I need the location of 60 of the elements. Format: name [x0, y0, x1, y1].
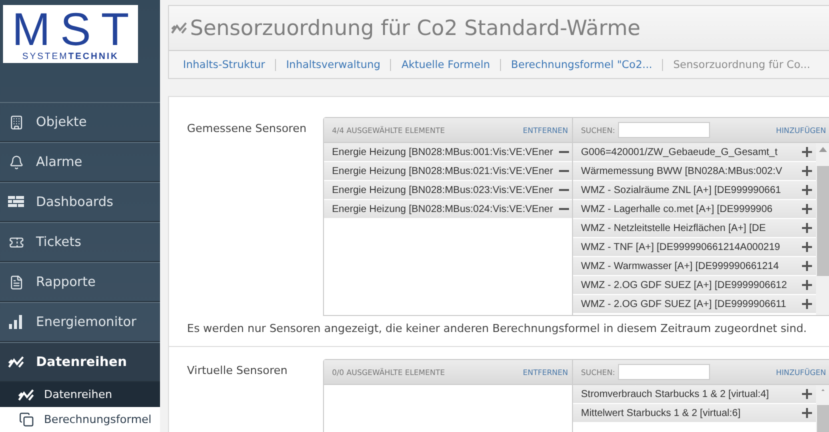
breadcrumb-link[interactable]: Inhaltsverwaltung: [275, 58, 390, 70]
available-sensor-row[interactable]: Stromverbrauch Starbucks 1 & 2 [virtual:4]: [573, 385, 816, 404]
plus-icon[interactable]: [802, 204, 812, 214]
plus-icon[interactable]: [802, 185, 812, 195]
section-label: Gemessene Sensoren: [187, 121, 308, 137]
info-text: Es werden nur Sensoren angezeigt, die keiner anderen Berechnungsformel in diesem Zeitraum zugeordnet sind.: [186, 321, 808, 337]
sidebar-item[interactable]: Objekte: [0, 102, 160, 142]
available-sensor-row[interactable]: Wärmemessung BWW [BN028A:MBus:002:V: [573, 162, 816, 181]
available-sensor-row[interactable]: WMZ - Sozialräume ZNL [A+] [DE999990661: [573, 181, 816, 200]
selected-sensor-row[interactable]: Energie Heizung [BN028:MBus:023:Vis:VE:VEner: [324, 181, 572, 200]
breadcrumb-link[interactable]: Berechnungsformel "Co2...: [500, 58, 662, 70]
scrollbar[interactable]: [816, 143, 829, 315]
plus-icon[interactable]: [802, 280, 812, 290]
sidebar-subitem[interactable]: Berechnungsformel: [0, 407, 160, 432]
sidebar-item[interactable]: Tickets: [0, 222, 160, 262]
available-sensor-row[interactable]: WMZ - Netzleitstelle Heizflächen [A+] [DE: [573, 219, 816, 238]
line-chart-icon: [18, 386, 34, 402]
plus-icon[interactable]: [802, 223, 812, 233]
available-sensor-row[interactable]: G006=420001/ZW_Gebaeude_G_Gesamt_t: [573, 143, 816, 162]
available-sensor-row[interactable]: WMZ - TNF [A+] [DE999990661214A000219: [573, 238, 816, 257]
minus-icon[interactable]: [559, 150, 570, 154]
sidebar-item[interactable]: Dashboards: [0, 182, 160, 222]
plus-icon[interactable]: [802, 408, 812, 418]
plus-icon[interactable]: [802, 389, 812, 399]
grid-icon: [8, 194, 24, 210]
line-chart-icon: [171, 20, 187, 36]
logo: MST SYSTEM TECHNIK: [3, 5, 138, 63]
sidebar-subitem[interactable]: Datenreihen: [0, 382, 160, 407]
sidebar-item[interactable]: Alarme: [0, 142, 160, 182]
available-sensor-row[interactable]: Mittelwert Starbucks 1 & 2 [virtual:6]: [573, 404, 816, 423]
minus-icon[interactable]: [559, 188, 570, 192]
page-title: Sensorzuordnung für Co2 Standard-Wärme: [190, 16, 640, 40]
document-icon: [8, 274, 24, 290]
bar-chart-icon: [8, 314, 24, 330]
line-chart-icon: [8, 354, 24, 370]
sidebar-item[interactable]: Datenreihen: [0, 342, 160, 382]
scrollbar[interactable]: [816, 385, 829, 432]
minus-icon[interactable]: [559, 208, 570, 210]
selected-sensor-row[interactable]: Energie Heizung [BN028:MBus:021:Vis:VE:VEner: [324, 162, 572, 181]
available-sensor-row[interactable]: WMZ - Lagerhalle co.met [A+] [DE9999906: [573, 200, 816, 219]
search-field[interactable]: [618, 364, 710, 380]
available-sensor-row[interactable]: WMZ - 2.OG GDF SUEZ [A+] [DE9999906612: [573, 276, 816, 295]
search-field[interactable]: [618, 122, 710, 138]
building-icon: [8, 114, 24, 130]
minus-icon[interactable]: [559, 170, 570, 172]
selected-sensor-row[interactable]: Energie Heizung [BN028:MBus:001:Vis:VE:VEner: [324, 143, 572, 162]
breadcrumb-link[interactable]: Aktuelle Formeln: [390, 58, 500, 70]
section-label: Virtuelle Sensoren: [187, 363, 288, 379]
plus-icon[interactable]: [802, 242, 812, 252]
plus-icon[interactable]: [802, 299, 812, 309]
available-sensor-row[interactable]: WMZ - Warmwasser [A+] [DE999990661214: [573, 257, 816, 276]
bell-icon: [8, 154, 24, 170]
plus-icon[interactable]: [802, 147, 812, 157]
copy-icon: [18, 412, 34, 428]
breadcrumb-link[interactable]: Inhalts-Struktur: [173, 58, 276, 70]
available-sensor-row[interactable]: WMZ - 2.OG GDF SUEZ [A+] [DE9999906611: [573, 295, 816, 314]
plus-icon[interactable]: [802, 166, 812, 176]
plus-icon[interactable]: [802, 261, 812, 271]
sidebar-item[interactable]: Rapporte: [0, 262, 160, 302]
selected-sensor-row[interactable]: Energie Heizung [BN028:MBus:024:Vis:VE:VEner: [324, 200, 572, 219]
